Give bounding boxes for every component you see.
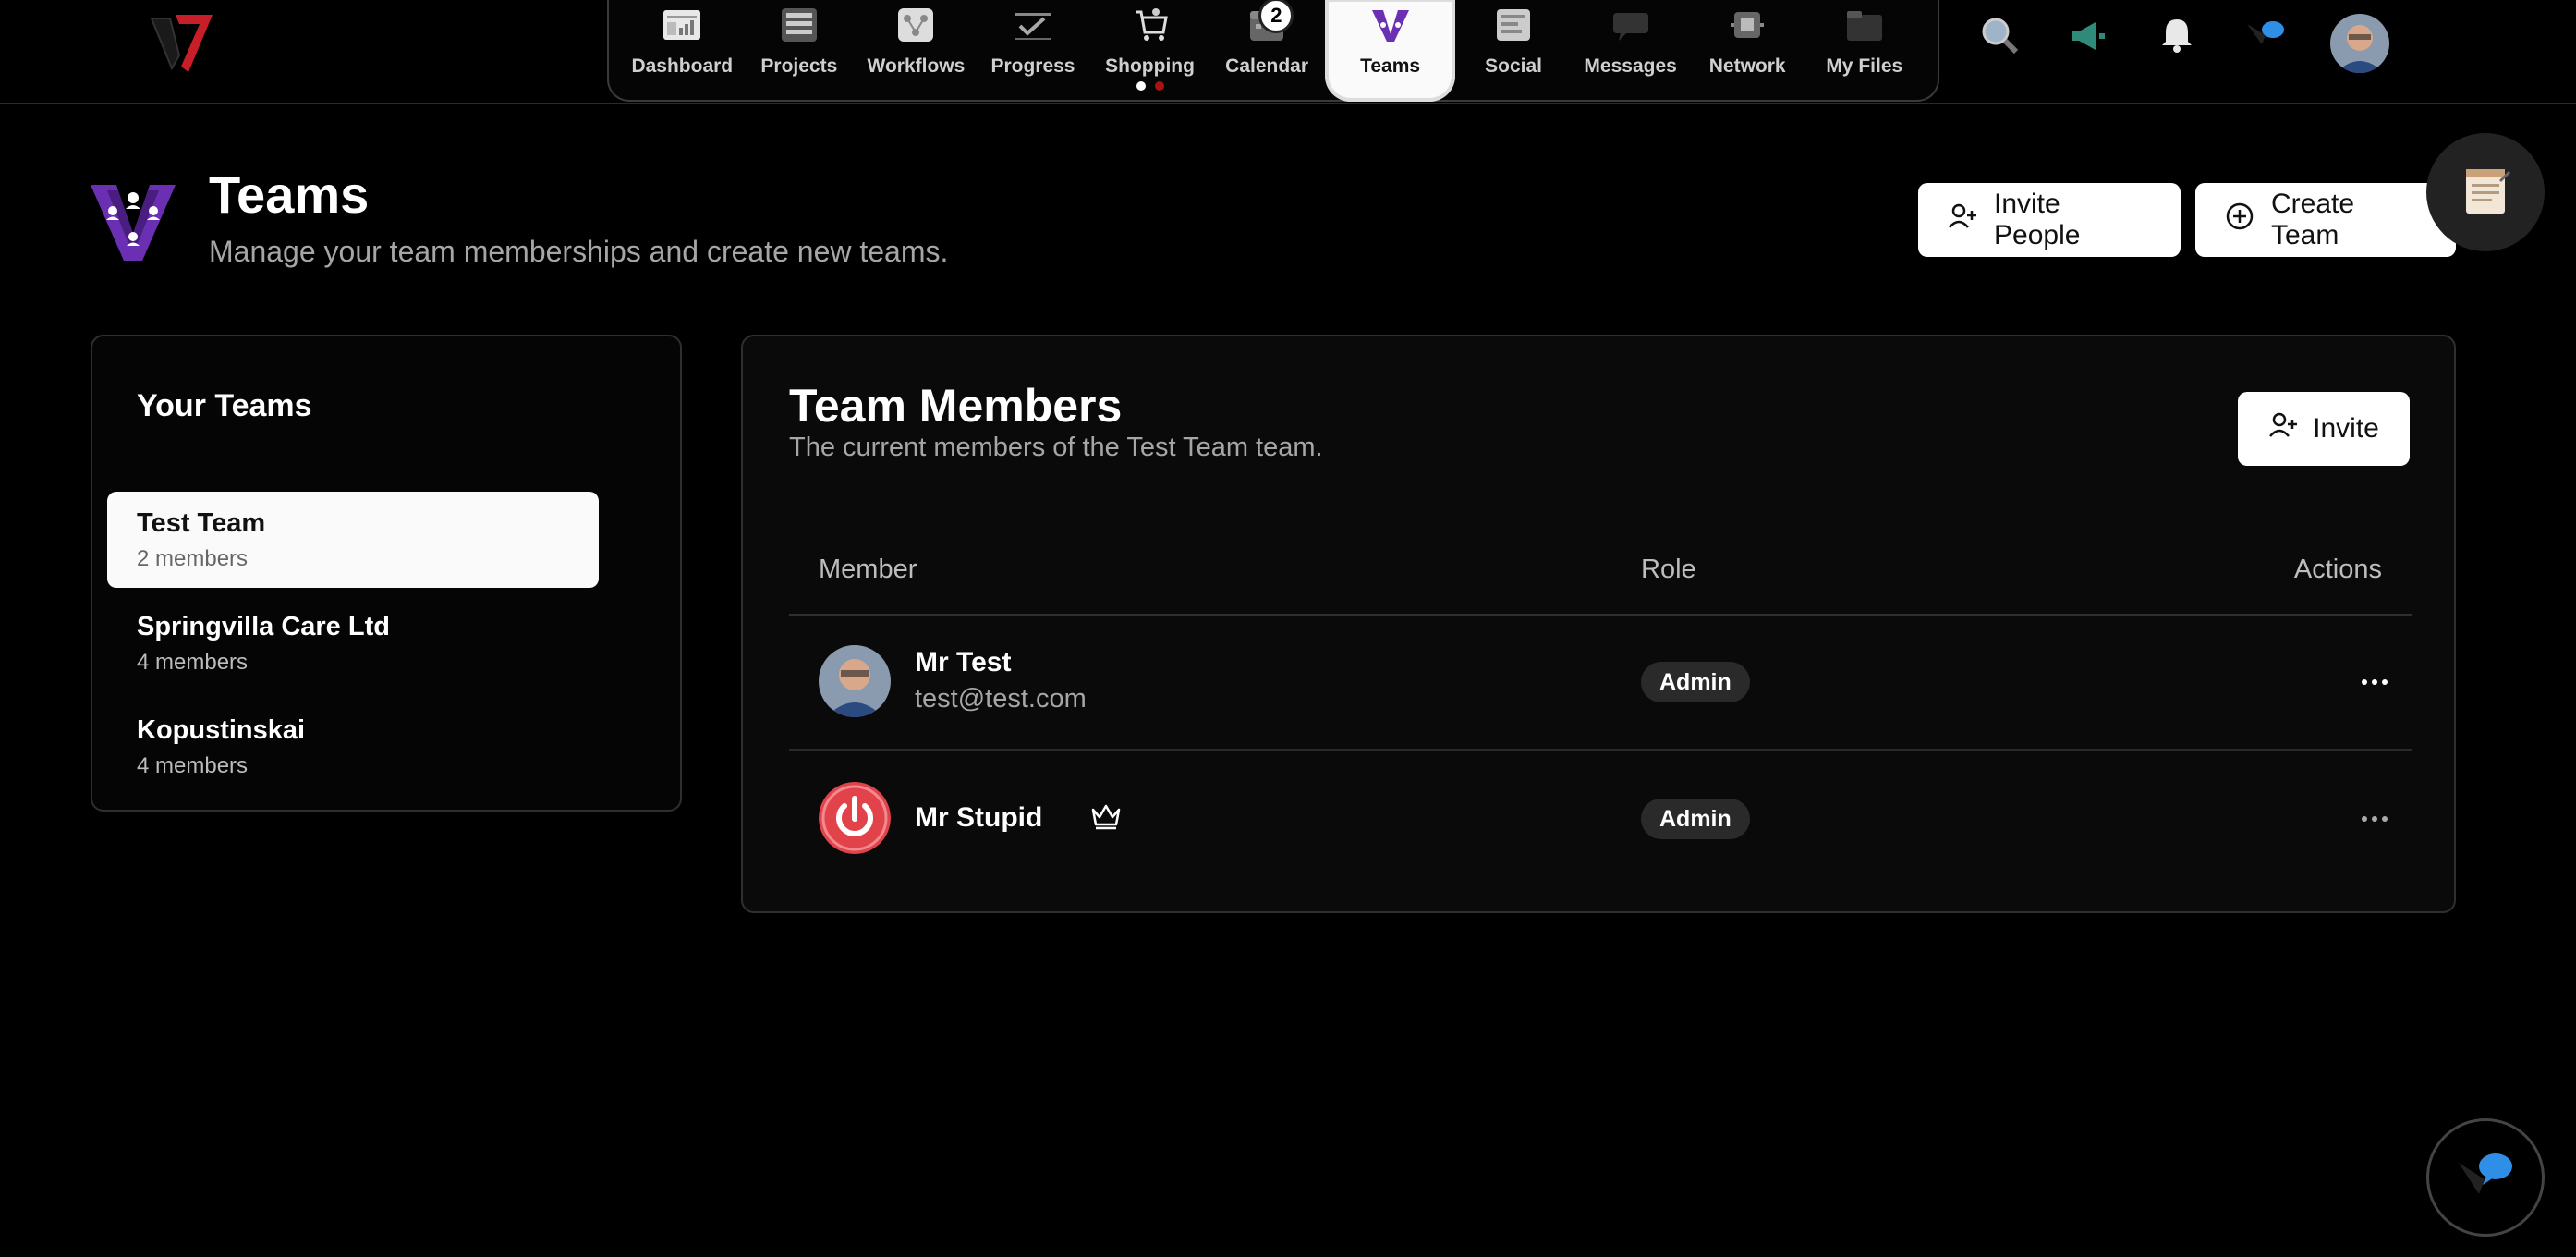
member-name: Mr Stupid — [915, 802, 1043, 833]
teams-logo-icon — [89, 181, 177, 262]
team-member-count: 4 members — [137, 753, 249, 778]
chat-widget-button[interactable] — [2426, 1118, 2545, 1237]
page-subtitle: Manage your team memberships and create … — [209, 235, 949, 268]
nav-messages[interactable]: Messages — [1572, 0, 1689, 100]
user-avatar[interactable] — [2330, 14, 2389, 73]
column-actions: Actions — [2293, 555, 2382, 584]
calendar-count-badge: 2 — [1258, 0, 1294, 33]
nav-label: Teams — [1360, 55, 1421, 77]
projects-icon — [778, 6, 820, 44]
team-member-count: 4 members — [137, 650, 249, 675]
member-actions-button[interactable] — [2351, 800, 2399, 837]
nav-my-files[interactable]: My Files — [1805, 0, 1923, 100]
invite-people-button[interactable]: Invite People — [1918, 183, 2181, 257]
main-nav: Dashboard Projects Workflows Progress Sh… — [607, 0, 1939, 102]
nav-workflows[interactable]: Workflows — [857, 0, 975, 100]
nav-shopping[interactable]: Shopping — [1091, 0, 1209, 100]
nav-label: Dashboard — [631, 55, 734, 77]
create-team-label: Create Team — [2271, 189, 2355, 250]
nav-teams[interactable]: Teams — [1325, 0, 1455, 102]
crown-icon — [1090, 802, 1122, 835]
more-horizontal-icon — [2361, 811, 2388, 827]
nav-calendar[interactable]: Calendar 2 — [1209, 0, 1326, 100]
create-team-button[interactable]: Create Team — [2195, 183, 2456, 257]
workflows-icon — [894, 6, 937, 44]
progress-icon — [1012, 6, 1054, 44]
nav-label: Messages — [1584, 55, 1677, 77]
member-avatar — [819, 645, 891, 717]
header-actions — [1977, 13, 2288, 57]
files-icon — [1843, 6, 1886, 44]
shopping-cart-icon — [1129, 6, 1172, 44]
announcements-icon[interactable] — [2066, 13, 2110, 57]
member-actions-button[interactable] — [2351, 664, 2399, 701]
team-name: Test Team — [137, 508, 266, 538]
network-icon — [1726, 6, 1768, 44]
notes-widget-button[interactable] — [2426, 133, 2545, 251]
nav-label: My Files — [1826, 55, 1903, 77]
invite-people-label: Invite People — [1994, 189, 2081, 250]
nav-dashboard[interactable]: Dashboard — [624, 0, 741, 100]
nav-progress[interactable]: Progress — [975, 0, 1092, 100]
team-members-subtitle: The current members of the Test Team tea… — [789, 433, 1323, 462]
nav-label: Social — [1485, 55, 1542, 77]
notepad-icon — [2459, 164, 2512, 222]
more-horizontal-icon — [2361, 674, 2388, 690]
nav-label: Shopping — [1105, 55, 1195, 77]
chat-bubble-icon — [2453, 1148, 2518, 1208]
user-plus-icon — [1948, 201, 1977, 238]
your-teams-panel: Your Teams Test Team 2 members Springvil… — [91, 335, 682, 812]
column-role: Role — [1641, 555, 1696, 584]
nav-label: Workflows — [867, 55, 966, 77]
nav-label: Calendar — [1225, 55, 1309, 77]
your-teams-title: Your Teams — [137, 388, 312, 423]
team-item-springvilla[interactable]: Springvilla Care Ltd 4 members — [107, 595, 599, 691]
page-title: Teams — [209, 165, 370, 224]
nav-label: Progress — [990, 55, 1075, 77]
user-plus-icon — [2268, 410, 2298, 447]
table-row: Mr Test test@test.com Admin — [789, 616, 2412, 751]
role-badge: Admin — [1641, 662, 1750, 702]
search-icon[interactable] — [1977, 13, 2022, 57]
members-table: Member Role Actions Mr Test test@test.co… — [789, 519, 2412, 885]
dashboard-icon — [661, 6, 703, 44]
table-header: Member Role Actions — [789, 519, 2412, 616]
team-members-title: Team Members — [789, 380, 1123, 432]
bell-icon[interactable] — [2155, 13, 2199, 57]
team-member-count: 2 members — [137, 546, 249, 571]
invite-button[interactable]: Invite — [2238, 392, 2410, 466]
nav-network[interactable]: Network — [1689, 0, 1806, 100]
table-row: Mr Stupid Admin — [789, 751, 2412, 885]
column-member: Member — [819, 555, 917, 584]
app-logo[interactable] — [148, 11, 216, 76]
plus-circle-icon — [2225, 201, 2254, 238]
member-name: Mr Test — [915, 647, 1012, 677]
nav-label: Network — [1708, 55, 1786, 77]
team-name: Kopustinskai — [137, 715, 306, 745]
messages-icon — [1610, 6, 1652, 44]
chat-icon[interactable] — [2243, 13, 2288, 57]
nav-social[interactable]: Social — [1455, 0, 1573, 100]
social-icon — [1492, 6, 1535, 44]
member-email: test@test.com — [915, 684, 1087, 714]
team-item-test-team[interactable]: Test Team 2 members — [107, 492, 599, 588]
team-name: Springvilla Care Ltd — [137, 612, 390, 641]
team-item-kopustinskai[interactable]: Kopustinskai 4 members — [107, 699, 599, 795]
team-members-panel: Team Members The current members of the … — [741, 335, 2456, 913]
nav-projects[interactable]: Projects — [741, 0, 858, 100]
invite-label: Invite — [2313, 413, 2379, 444]
member-avatar — [819, 782, 891, 854]
top-bar: Dashboard Projects Workflows Progress Sh… — [0, 0, 2576, 104]
nav-label: Projects — [760, 55, 838, 77]
teams-icon — [1369, 6, 1412, 44]
role-badge: Admin — [1641, 799, 1750, 839]
carousel-dots — [1136, 81, 1164, 91]
